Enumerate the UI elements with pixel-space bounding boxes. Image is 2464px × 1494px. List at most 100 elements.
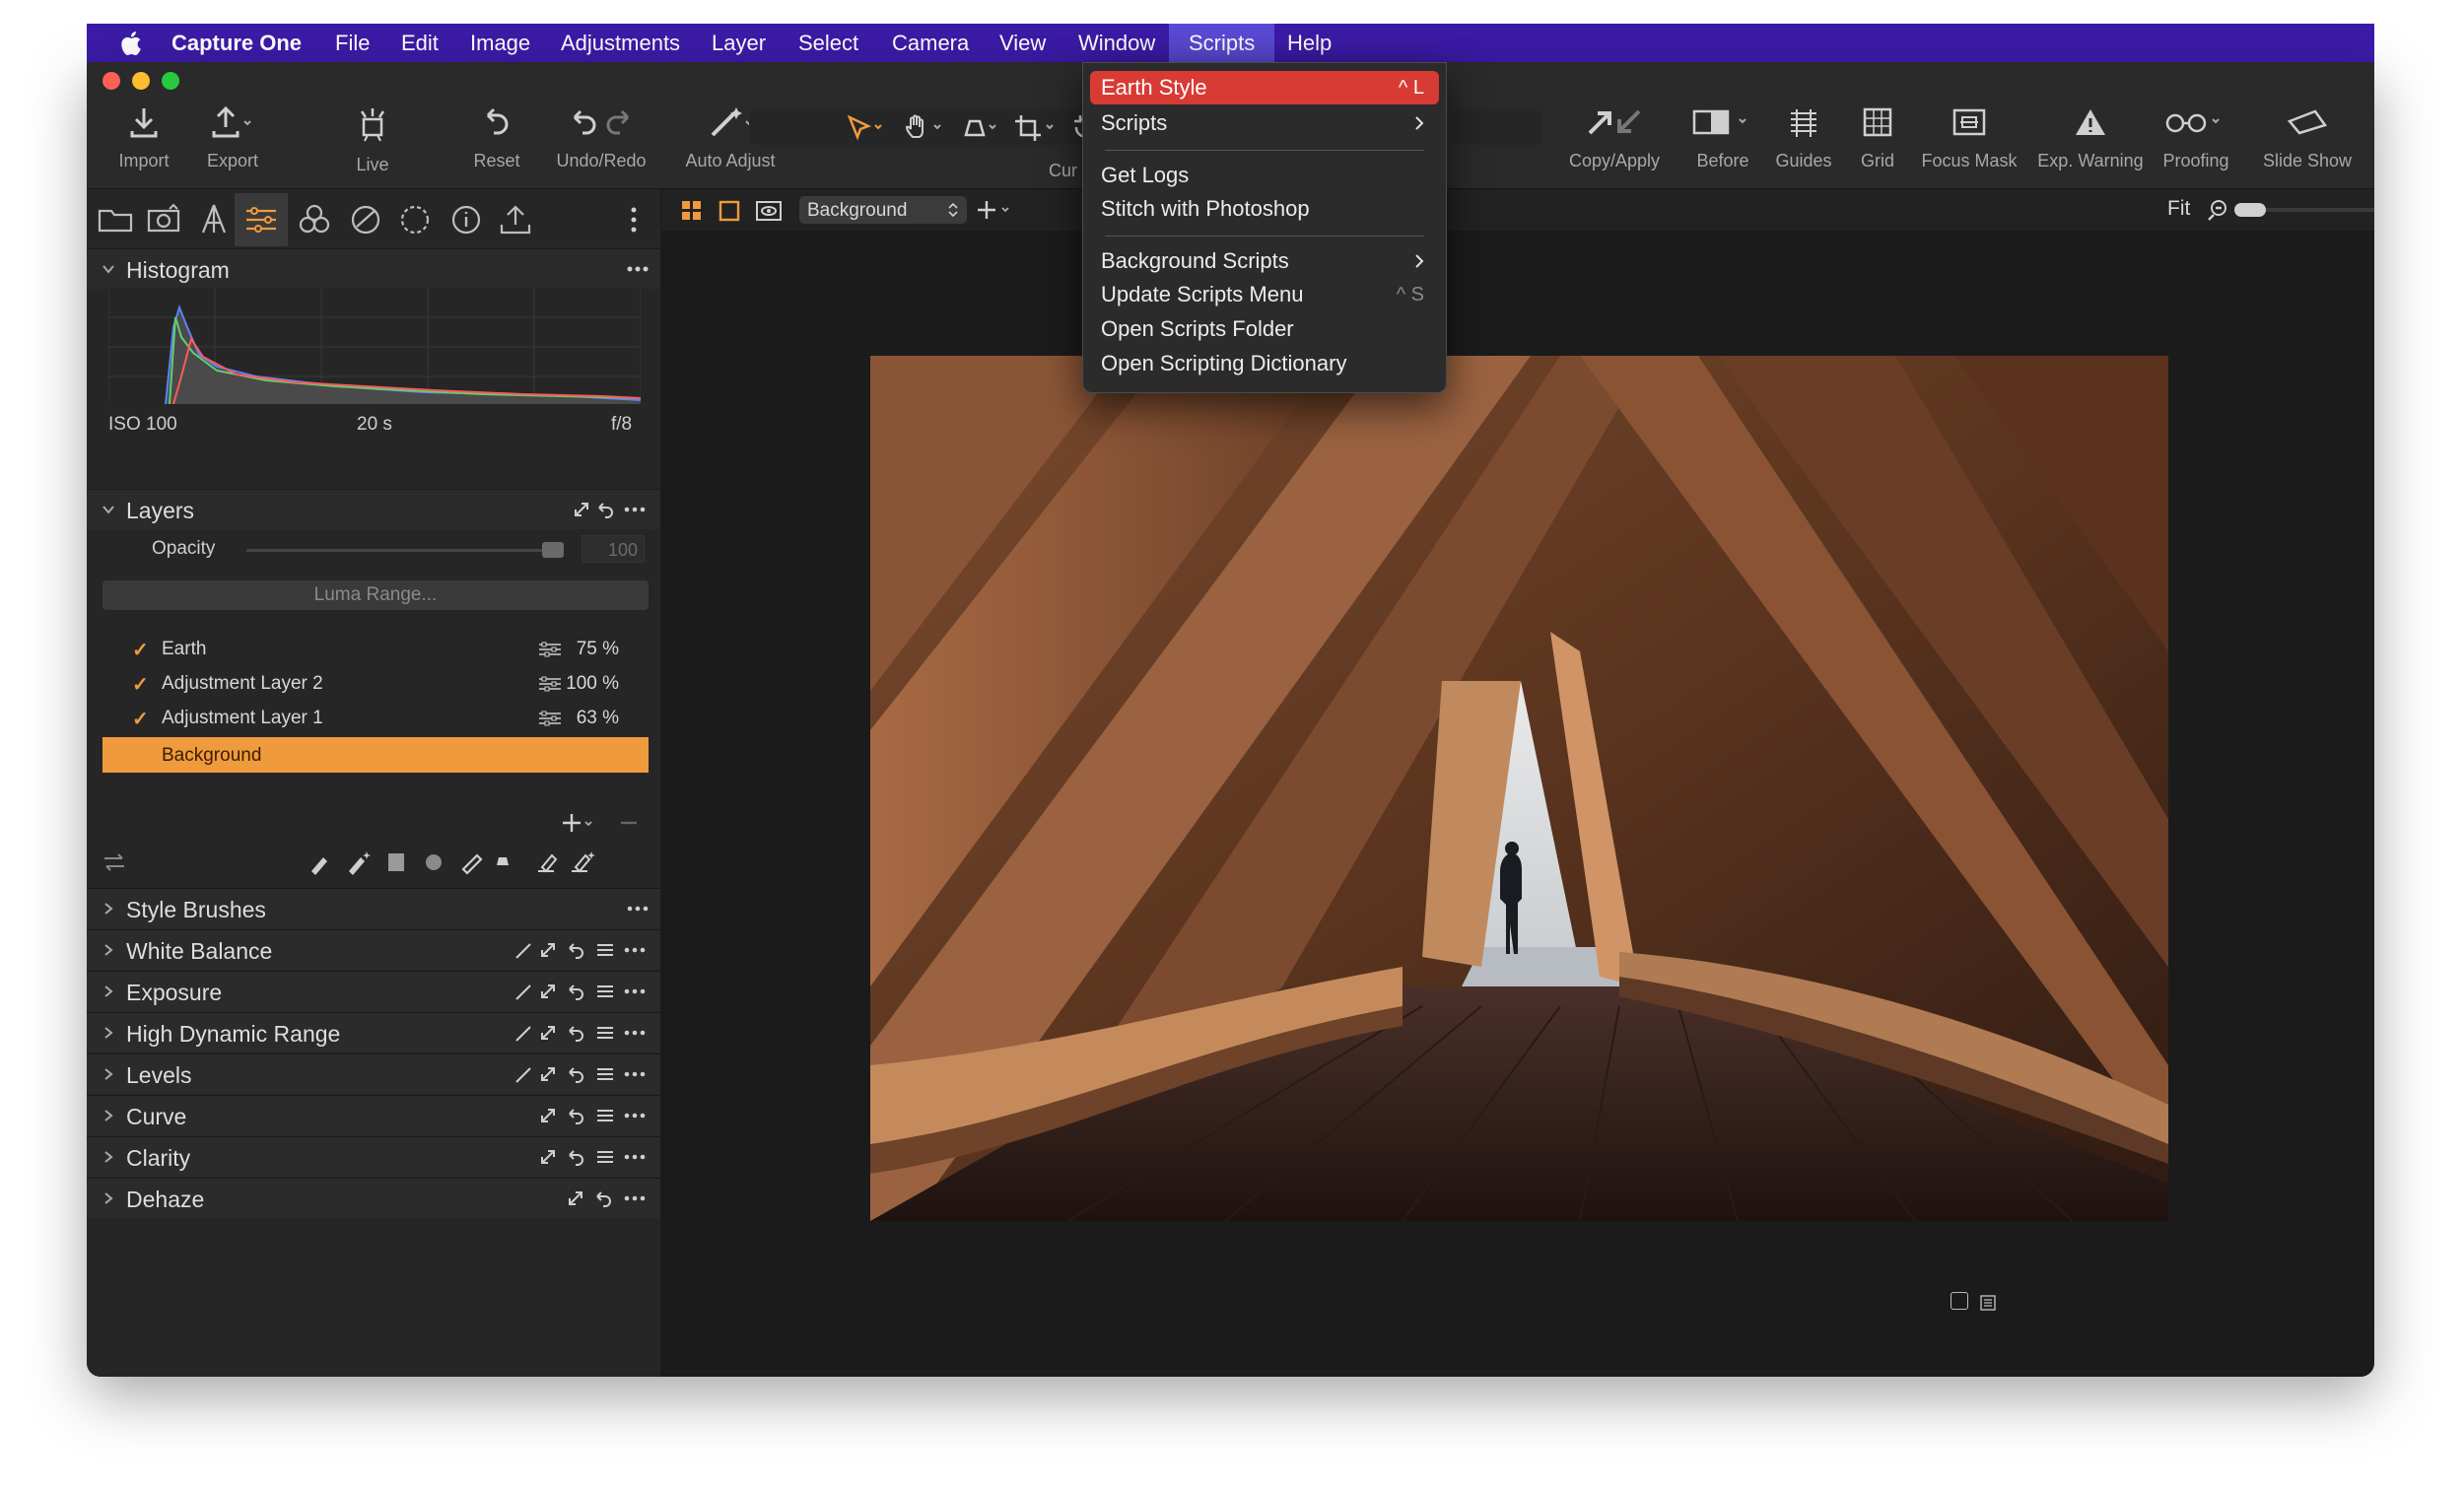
layer-select[interactable]: Background: [799, 196, 967, 224]
adjustments-tab-icon[interactable]: [240, 199, 282, 240]
menu-adjustments[interactable]: Adjustments: [561, 24, 680, 62]
focus-mask-button[interactable]: Focus Mask: [1905, 105, 2033, 171]
tool-levels[interactable]: Levels: [87, 1053, 660, 1094]
copy-apply-button[interactable]: Copy/Apply: [1545, 105, 1683, 171]
preview-eye-icon[interactable]: [756, 200, 782, 222]
slide-show-button[interactable]: Slide Show: [2253, 105, 2361, 171]
import-button[interactable]: Import: [95, 105, 193, 171]
add-layer-icon[interactable]: [977, 198, 1020, 222]
undo-redo-button[interactable]: Undo/Redo: [542, 105, 660, 171]
minimize-window-button[interactable]: [132, 72, 150, 90]
tool-style-brushes[interactable]: Style Brushes: [87, 888, 660, 928]
menu-item-open-scripting-dictionary[interactable]: Open Scripting Dictionary: [1083, 347, 1446, 380]
select-cursor-icon[interactable]: [844, 113, 891, 141]
menu-item-earth-style[interactable]: Earth Style ^ L: [1083, 71, 1446, 104]
exposure-warning-button[interactable]: Exp. Warning: [2026, 105, 2155, 171]
zoom-window-button[interactable]: [162, 72, 179, 90]
tool-white-balance[interactable]: White Balance: [87, 929, 660, 970]
before-button[interactable]: Before: [1674, 105, 1772, 171]
apple-icon[interactable]: [118, 30, 142, 57]
menu-item-open-scripts-folder[interactable]: Open Scripts Folder: [1083, 312, 1446, 346]
menu-item-update-scripts-menu[interactable]: Update Scripts Menu ^ S: [1083, 278, 1446, 311]
proofing-icon: [2165, 113, 2220, 133]
live-button[interactable]: Live: [333, 105, 412, 175]
exposure-tab-icon[interactable]: [345, 199, 386, 240]
histogram-panel: ISO 100 20 s f/8: [107, 288, 642, 455]
copy-apply-label: Copy/Apply: [1568, 151, 1661, 170]
metadata-list-icon[interactable]: [1980, 1295, 1996, 1311]
layer-visible-check[interactable]: ✓: [132, 672, 149, 697]
details-tab-icon[interactable]: [394, 199, 436, 240]
histogram-header[interactable]: Histogram: [87, 248, 660, 289]
opacity-slider[interactable]: [246, 542, 564, 558]
menu-scripts[interactable]: Scripts: [1169, 24, 1275, 62]
tool-high-dynamic-range[interactable]: High Dynamic Range: [87, 1012, 660, 1053]
crop-cursor-icon[interactable]: [1013, 113, 1061, 141]
opacity-value-field[interactable]: 100: [582, 535, 645, 563]
zoom-slider[interactable]: [2234, 203, 2374, 217]
layer-row-adjustment-2[interactable]: ✓ Adjustment Layer 2 100 %: [103, 666, 649, 700]
keystone-cursor-icon[interactable]: [958, 113, 1005, 141]
menu-view[interactable]: View: [999, 24, 1046, 62]
tool-exposure[interactable]: Exposure: [87, 971, 660, 1011]
chevron-right-icon: [104, 1110, 113, 1121]
tool-dehaze[interactable]: Dehaze: [87, 1178, 660, 1218]
single-view-icon[interactable]: [719, 200, 740, 222]
menu-item-stitch-with-photoshop[interactable]: Stitch with Photoshop: [1083, 192, 1446, 226]
menu-item-background-scripts[interactable]: Background Scripts: [1083, 244, 1446, 278]
menu-image[interactable]: Image: [470, 24, 530, 62]
more-options-icon[interactable]: [625, 897, 650, 920]
menu-window[interactable]: Window: [1078, 24, 1155, 62]
layer-visible-check[interactable]: ✓: [132, 638, 149, 662]
proofing-button[interactable]: Proofing: [2147, 105, 2245, 171]
variant-select-checkbox[interactable]: [1951, 1292, 1968, 1310]
tool-header-actions: [541, 1150, 646, 1166]
pan-cursor-icon[interactable]: [903, 113, 950, 141]
more-tabs-icon[interactable]: [613, 199, 654, 240]
tool-header-actions: [541, 1109, 646, 1124]
tool-clarity[interactable]: Clarity: [87, 1136, 660, 1177]
zoom-slider-handle[interactable]: [2234, 203, 2266, 217]
grid-icon: [1863, 107, 1892, 137]
reset-button[interactable]: Reset: [457, 105, 536, 171]
capture-tab-icon[interactable]: [144, 199, 185, 240]
luma-range-button[interactable]: Luma Range...: [103, 580, 649, 610]
layer-row-earth[interactable]: ✓ Earth 75 %: [103, 632, 649, 665]
menu-separator: [1105, 236, 1424, 237]
layers-header[interactable]: Layers: [87, 489, 660, 529]
zoom-out-icon[interactable]: [2207, 199, 2228, 221]
menu-edit[interactable]: Edit: [401, 24, 439, 62]
color-tab-icon[interactable]: [294, 199, 335, 240]
close-window-button[interactable]: [103, 72, 120, 90]
more-options-icon[interactable]: [625, 257, 650, 281]
menu-layer[interactable]: Layer: [712, 24, 766, 62]
lens-tab-icon[interactable]: [193, 199, 235, 240]
app-menu[interactable]: Capture One: [171, 24, 302, 62]
opacity-slider-handle[interactable]: [542, 542, 564, 558]
menu-item-label: Stitch with Photoshop: [1101, 196, 1310, 221]
guides-button[interactable]: Guides: [1764, 105, 1843, 171]
menu-help[interactable]: Help: [1287, 24, 1332, 62]
output-tab-icon[interactable]: [495, 199, 536, 240]
menu-file[interactable]: File: [335, 24, 370, 62]
export-icon: [212, 105, 251, 138]
layer-select-value: Background: [807, 200, 908, 221]
library-tab-icon[interactable]: [95, 199, 136, 240]
layer-row-adjustment-1[interactable]: ✓ Adjustment Layer 1 63 %: [103, 701, 649, 734]
tool-curve[interactable]: Curve: [87, 1095, 660, 1135]
focus-mask-label: Focus Mask: [1921, 151, 2018, 170]
tool-header-actions: [515, 1067, 646, 1083]
menu-item-get-logs[interactable]: Get Logs: [1083, 159, 1446, 192]
photo-wooden-pavilion[interactable]: [870, 356, 2168, 1221]
layer-row-background[interactable]: Background: [103, 737, 649, 773]
menu-select[interactable]: Select: [798, 24, 858, 62]
grid-view-icon[interactable]: [681, 200, 703, 222]
export-button[interactable]: Export: [183, 105, 282, 171]
zoom-fit-label[interactable]: Fit: [2167, 197, 2190, 221]
chevron-right-icon: [104, 903, 113, 915]
menu-item-scripts[interactable]: Scripts: [1083, 106, 1446, 140]
layer-visible-check[interactable]: ✓: [132, 707, 149, 731]
tool-title: Exposure: [126, 980, 223, 1005]
metadata-tab-icon[interactable]: [445, 199, 487, 240]
menu-camera[interactable]: Camera: [892, 24, 969, 62]
